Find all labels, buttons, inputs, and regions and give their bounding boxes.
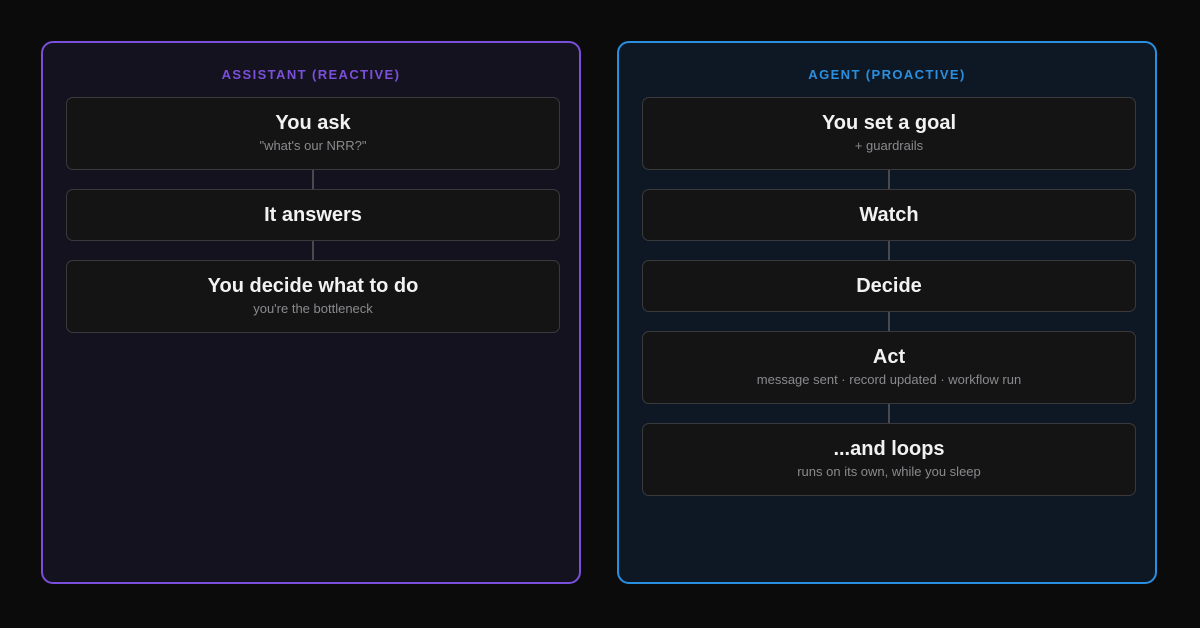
assistant-panel: ASSISTANT (REACTIVE) You ask "what's our… (41, 41, 581, 584)
step-subtitle: runs on its own, while you sleep (797, 464, 981, 479)
agent-step-decide: Decide (642, 260, 1136, 312)
step-subtitle: "what's our NRR?" (259, 138, 367, 153)
step-title: You decide what to do (207, 275, 419, 297)
agent-step-act: Act message sent · record updated · work… (642, 331, 1136, 404)
agent-step-watch: Watch (642, 189, 1136, 241)
step-title: ...and loops (833, 438, 945, 460)
step-subtitle: + guardrails (854, 138, 924, 153)
step-title: Decide (856, 275, 922, 297)
agent-step-loop: ...and loops runs on its own, while you … (642, 423, 1136, 496)
step-title: Act (872, 346, 906, 368)
step-title: You ask (275, 112, 351, 134)
step-subtitle: message sent · record updated · workflow… (756, 372, 1022, 387)
assistant-step-ask: You ask "what's our NRR?" (66, 97, 560, 170)
assistant-step-decide: You decide what to do you're the bottlen… (66, 260, 560, 333)
flow-connector (888, 170, 890, 189)
assistant-panel-title: ASSISTANT (REACTIVE) (221, 67, 401, 82)
step-subtitle: you're the bottleneck (253, 301, 373, 316)
flow-connector (312, 241, 314, 260)
flow-connector (888, 312, 890, 331)
step-title: You set a goal (821, 112, 957, 134)
step-title: It answers (264, 204, 362, 226)
agent-panel: AGENT (PROACTIVE) You set a goal + guard… (617, 41, 1157, 584)
flow-connector (888, 404, 890, 423)
agent-panel-title: AGENT (PROACTIVE) (808, 67, 966, 82)
flow-connector (888, 241, 890, 260)
agent-step-goal: You set a goal + guardrails (642, 97, 1136, 170)
flow-connector (312, 170, 314, 189)
step-title: Watch (859, 204, 919, 226)
assistant-step-answer: It answers (66, 189, 560, 241)
